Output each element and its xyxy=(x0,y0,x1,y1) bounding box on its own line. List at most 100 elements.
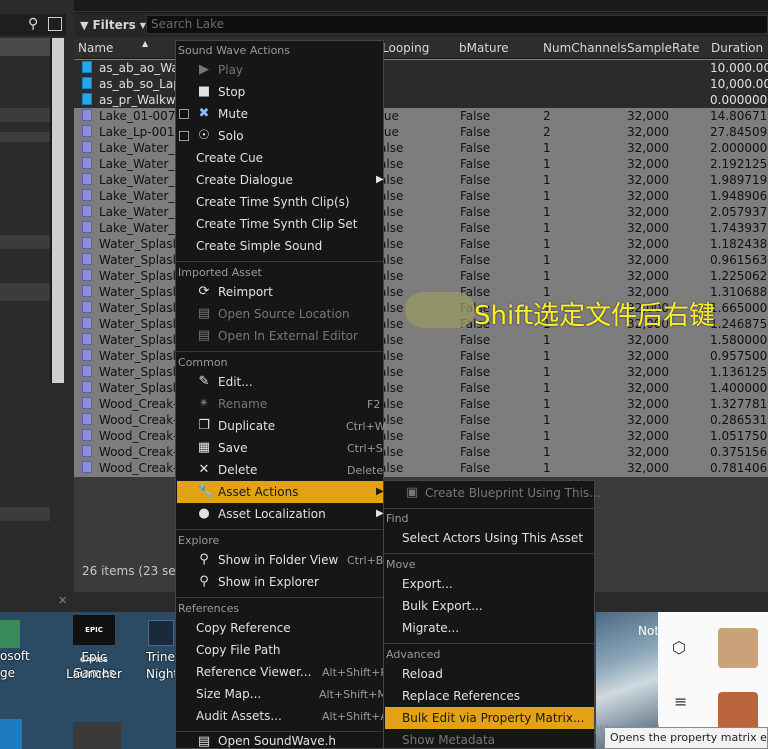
cell-mature: False xyxy=(460,445,491,459)
column-duration[interactable]: Duration xyxy=(711,41,763,55)
menu-play[interactable]: ▶ Play xyxy=(177,59,383,81)
filters-button[interactable]: ▼ Filters ▼ xyxy=(80,16,146,34)
search-icon[interactable]: ⚲ xyxy=(28,16,44,32)
menu-asset-localization[interactable]: ● Asset Localization ▶ xyxy=(177,503,383,525)
cube-icon[interactable]: ⬡ xyxy=(672,638,686,657)
sound-wave-icon xyxy=(82,109,92,121)
menu-copy-reference[interactable]: Copy Reference xyxy=(177,617,383,639)
cell-channels: 1 xyxy=(543,253,551,267)
desktop-icon-bottom-left[interactable] xyxy=(0,719,22,749)
cell-rate: 32,000 xyxy=(627,173,669,187)
tree-row[interactable] xyxy=(0,132,50,142)
cell-rate: 32,000 xyxy=(627,397,669,411)
menu-create-time-synth-clip-set[interactable]: Create Time Synth Clip Set xyxy=(177,213,383,235)
menu-create-blueprint[interactable]: ▣ Create Blueprint Using This... xyxy=(385,482,601,504)
headphones-icon: ☉ xyxy=(198,128,210,143)
cell-name: Wood_Creak-0 xyxy=(99,445,186,459)
menu-delete[interactable]: ✕ Delete Delete xyxy=(177,459,384,481)
menu-reference-viewer[interactable]: Reference Viewer... Alt+Shift+R xyxy=(177,661,388,683)
tree-row[interactable] xyxy=(0,108,50,122)
menu-create-cue[interactable]: Create Cue xyxy=(177,147,383,169)
menu-edit[interactable]: ✎ Edit... xyxy=(177,371,383,393)
menu-audit-assets[interactable]: Audit Assets... Alt+Shift+A xyxy=(177,705,388,727)
avatar[interactable] xyxy=(718,628,758,668)
menu-migrate[interactable]: Migrate... xyxy=(385,617,594,639)
tree-row[interactable] xyxy=(0,38,50,56)
cell-channels: 1 xyxy=(543,237,551,251)
menu-copy-file-path[interactable]: Copy File Path xyxy=(177,639,383,661)
tree-row[interactable] xyxy=(0,507,50,521)
epic-games-icon[interactable]: EPIC GAMES xyxy=(73,615,115,664)
menu-bulk-edit-property-matrix[interactable]: Bulk Edit via Property Matrix... xyxy=(385,707,594,729)
sound-wave-icon xyxy=(82,301,92,313)
tooltip: Opens the property matrix editor xyxy=(604,727,768,749)
menu-select-actors[interactable]: Select Actors Using This Asset xyxy=(385,527,594,549)
cell-duration: 1.182438 xyxy=(710,237,768,251)
cell-channels: 1 xyxy=(543,413,551,427)
magnifier-icon: ⚲ xyxy=(199,552,209,567)
search-input[interactable]: Search Lake xyxy=(146,15,768,34)
menu-save[interactable]: ▦ Save Ctrl+S xyxy=(177,437,383,459)
left-scrollbar[interactable] xyxy=(50,38,64,383)
mute-checkbox[interactable] xyxy=(179,109,189,119)
menu-open-source-location[interactable]: ▤ Open Source Location xyxy=(177,303,383,325)
menu-size-map[interactable]: Size Map... Alt+Shift+M xyxy=(177,683,387,705)
section-common: Common xyxy=(178,356,228,369)
cell-duration: 1.246875 xyxy=(710,317,768,331)
menu-separator xyxy=(176,597,383,598)
column-looping[interactable]: Looping xyxy=(382,41,429,55)
tree-row[interactable] xyxy=(0,283,50,301)
menu-reload[interactable]: Reload xyxy=(385,663,594,685)
cell-mature: False xyxy=(460,365,491,379)
cell-rate: 32,000 xyxy=(627,205,669,219)
close-icon[interactable]: ✕ xyxy=(58,594,67,607)
column-numchannels[interactable]: NumChannels xyxy=(543,41,627,55)
menu-stop[interactable]: ■ Stop xyxy=(177,81,383,103)
asset-actions-submenu: ▣ Create Blueprint Using This... Find Se… xyxy=(383,480,601,749)
trine-label[interactable]: Night xyxy=(146,666,178,682)
cell-channels: 1 xyxy=(543,445,551,459)
sound-wave-icon xyxy=(82,445,92,457)
delete-icon: ✕ xyxy=(198,462,210,477)
menu-replace-references[interactable]: Replace References xyxy=(385,685,594,707)
menu-asset-actions[interactable]: 🔧 Asset Actions ▶ xyxy=(177,481,384,503)
column-name[interactable]: Name xyxy=(78,41,113,55)
menu-show-in-folder-view[interactable]: ⚲ Show in Folder View Ctrl+B xyxy=(177,549,383,571)
trine-label[interactable]: Trine xyxy=(146,649,175,665)
hamburger-icon[interactable]: ≡ xyxy=(674,692,687,711)
cell-rate: 32,000 xyxy=(627,189,669,203)
desktop-icon-left[interactable] xyxy=(0,620,20,648)
cell-channels: 1 xyxy=(543,365,551,379)
sound-wave-icon xyxy=(82,461,92,473)
menu-reimport[interactable]: ⟳ Reimport xyxy=(177,281,383,303)
menu-rename[interactable]: ✴ Rename F2 xyxy=(177,393,383,415)
panel-menu-icon[interactable] xyxy=(48,17,62,31)
menu-open-soundwave-h[interactable]: ▤ Open SoundWave.h xyxy=(177,734,383,749)
section-references: References xyxy=(178,602,240,615)
menu-create-simple-sound[interactable]: Create Simple Sound xyxy=(177,235,383,257)
cell-rate: 32,000 xyxy=(627,141,669,155)
menu-solo[interactable]: ☉ Solo xyxy=(177,125,383,147)
cell-channels: 1 xyxy=(543,349,551,363)
trine-icon[interactable] xyxy=(148,620,174,646)
menu-bulk-export[interactable]: Bulk Export... xyxy=(385,595,594,617)
desktop-icon-bottom-mid[interactable] xyxy=(73,722,121,749)
menu-duplicate[interactable]: ❐ Duplicate Ctrl+W xyxy=(177,415,386,437)
menu-export[interactable]: Export... xyxy=(385,573,594,595)
menu-show-metadata[interactable]: Show Metadata xyxy=(385,729,594,749)
menu-create-dialogue[interactable]: Create Dialogue ▶ xyxy=(177,169,384,191)
tree-row[interactable] xyxy=(0,235,50,249)
cell-duration: 0.957500 xyxy=(710,349,768,363)
menu-create-time-synth-clips[interactable]: Create Time Synth Clip(s) xyxy=(177,191,383,213)
menu-mute[interactable]: ✖ Mute xyxy=(177,103,383,125)
epic-games-label[interactable]: Launcher xyxy=(60,666,128,682)
menu-open-external-editor[interactable]: ▤ Open In External Editor xyxy=(177,325,383,347)
column-samplerate[interactable]: SampleRate xyxy=(627,41,700,55)
asset-icon xyxy=(82,93,92,105)
menu-show-in-explorer[interactable]: ⚲ Show in Explorer xyxy=(177,571,383,593)
section-find: Find xyxy=(386,512,409,525)
avatar[interactable] xyxy=(718,692,758,732)
column-bmature[interactable]: bMature xyxy=(459,41,509,55)
solo-checkbox[interactable] xyxy=(179,131,189,141)
cell-name: Lake_Lp-001 xyxy=(99,125,175,139)
